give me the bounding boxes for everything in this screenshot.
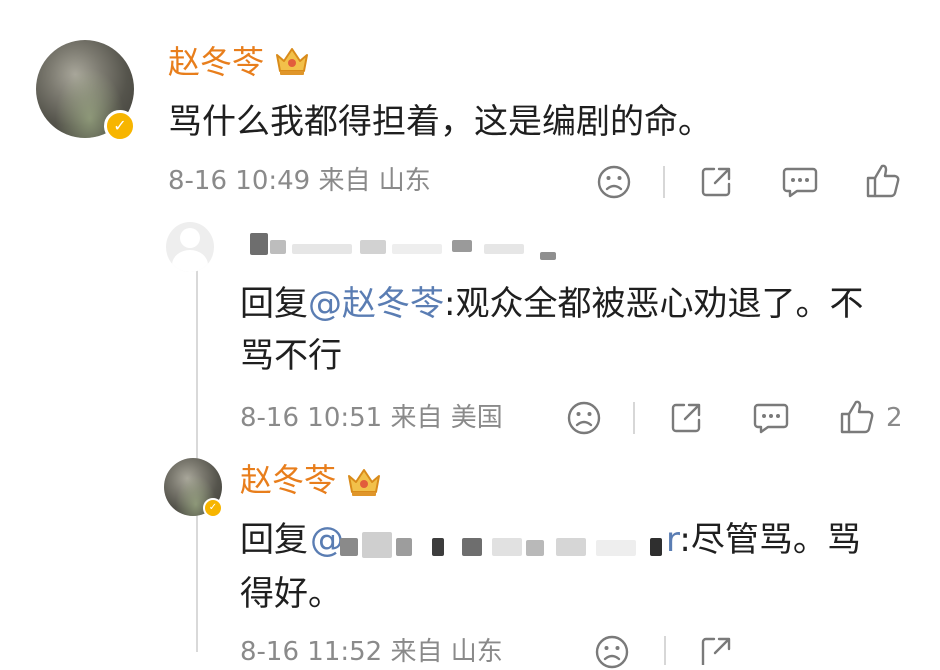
verified-badge-icon: ✓ — [203, 498, 223, 518]
author-name[interactable]: 赵冬苓 — [168, 44, 264, 80]
sad-face-icon[interactable] — [596, 164, 632, 200]
reply-meta: 8-16 10:51 来自 美国 — [240, 403, 503, 433]
divider — [663, 166, 665, 198]
reply-prefix: 回复 — [240, 520, 308, 560]
crown-icon — [348, 469, 380, 496]
mention-start[interactable]: @ — [310, 520, 344, 560]
reply-prefix: 回复 — [240, 284, 308, 324]
comment-icon[interactable] — [781, 164, 819, 200]
verified-badge-icon: ✓ — [104, 110, 136, 142]
thumb-up-icon[interactable] — [864, 162, 902, 200]
comment-meta: 8-16 10:49 来自 山东 — [168, 166, 431, 196]
avatar[interactable] — [166, 222, 214, 272]
reply-text-line1: 回复@赵冬苓:观众全都被恶心劝退了。不 — [240, 284, 863, 324]
author-name[interactable]: 赵冬苓 — [240, 462, 336, 498]
share-icon[interactable] — [698, 634, 734, 665]
thumb-up-icon[interactable] — [838, 398, 876, 436]
share-icon[interactable] — [668, 400, 704, 436]
reply-text-line2: 骂不行 — [240, 336, 342, 376]
comment-icon[interactable] — [752, 400, 790, 436]
share-icon[interactable] — [698, 164, 734, 200]
reply-text-line2: 得好。 — [240, 574, 342, 614]
comment-text: 骂什么我都得担着，这是编剧的命。 — [168, 102, 712, 142]
mention-end[interactable]: r — [666, 520, 679, 560]
divider — [633, 402, 635, 434]
reply-body: :尽管骂。骂 — [679, 520, 861, 560]
divider — [664, 636, 666, 665]
reply-body: :观众全都被恶心劝退了。不 — [444, 284, 864, 324]
mention-link[interactable]: @赵冬苓 — [308, 284, 444, 324]
reply-text-line1: r:尽管骂。骂 — [666, 520, 861, 560]
reply-meta: 8-16 11:52 来自 山东 — [240, 637, 503, 667]
like-count: 2 — [886, 403, 903, 433]
sad-face-icon[interactable] — [566, 400, 602, 436]
thread-line — [196, 262, 198, 652]
crown-icon — [276, 48, 308, 75]
